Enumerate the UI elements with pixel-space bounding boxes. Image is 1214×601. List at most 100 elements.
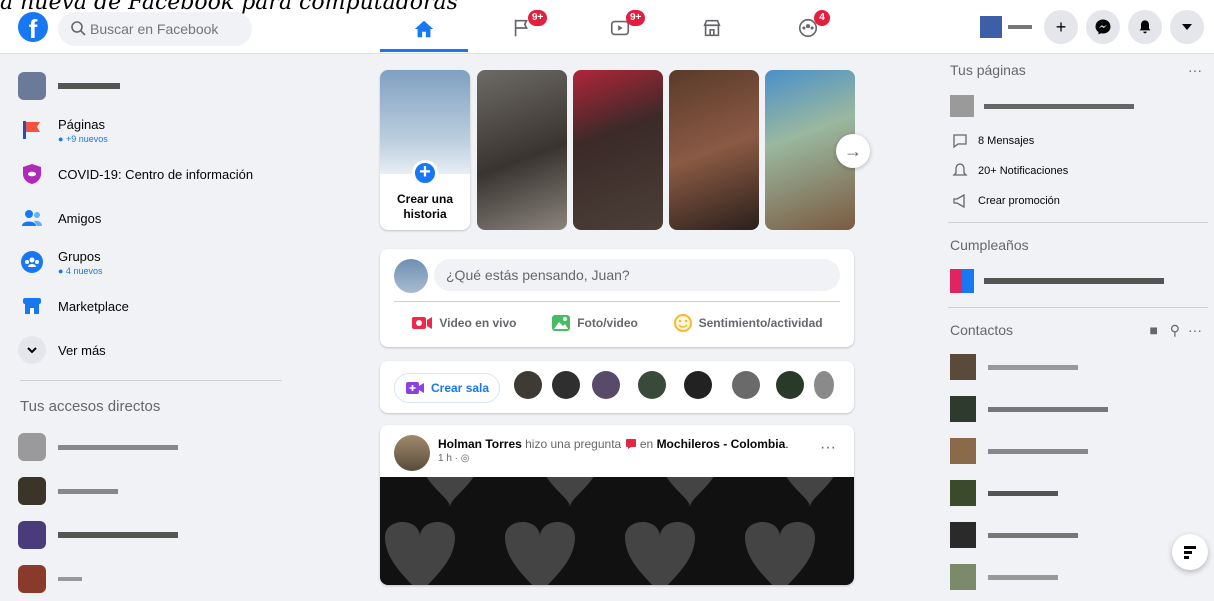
notifications-button[interactable] (1128, 10, 1162, 44)
search-input[interactable] (90, 12, 240, 46)
news-feed: + Crear una historia → ¿Qué estás pensan… (380, 70, 870, 585)
right-sidebar: Tus páginas ··· 8 Mensajes 20+ Notificaci… (942, 54, 1214, 598)
contact-item[interactable] (942, 472, 1214, 514)
post-author-link[interactable]: Holman Torres (438, 437, 522, 451)
avatar (394, 259, 428, 293)
avatar[interactable] (592, 371, 620, 399)
sidebar-item-covid[interactable]: COVID-19: Centro de información (8, 152, 288, 196)
post-image[interactable] (380, 477, 854, 585)
shortcut-item[interactable] (8, 469, 288, 513)
action-label: Sentimiento/actividad (698, 316, 823, 330)
home-icon (414, 20, 434, 37)
avatar[interactable] (684, 371, 712, 399)
story-card[interactable] (477, 70, 567, 230)
avatar (950, 480, 976, 506)
new-count: ● +9 nuevos (58, 133, 108, 144)
hearts-pattern (385, 477, 834, 585)
overlay-caption: a nueva de Facebook para computadoras (0, 0, 458, 15)
create-room-label: Crear sala (431, 381, 490, 395)
sidebar-item-profile[interactable] (8, 64, 288, 108)
composer-input[interactable]: ¿Qué estás pensando, Juan? (434, 259, 840, 291)
account-menu-button[interactable] (1170, 10, 1204, 44)
page-shortcut[interactable] (942, 86, 1214, 126)
contact-item[interactable] (942, 346, 1214, 388)
see-more-button[interactable]: Ver más (8, 328, 288, 372)
tab-groups[interactable]: 4 (764, 8, 852, 48)
next-stories-button[interactable]: → (836, 134, 870, 168)
notifications-link[interactable]: 20+ Notificaciones (942, 156, 1214, 186)
sidebar-item-label: Grupos (58, 248, 101, 264)
post-timestamp[interactable]: 1 h · ◎ (438, 453, 470, 464)
birthday-item[interactable] (942, 261, 1214, 301)
messages-label: 8 Mensajes (978, 135, 1035, 147)
video-call-icon[interactable]: ■ (1150, 314, 1158, 346)
notification-badge: 4 (814, 10, 830, 26)
messenger-icon (1095, 19, 1111, 35)
avatar (950, 354, 976, 380)
live-video-button[interactable]: Video en vivo (411, 315, 517, 331)
avatar[interactable] (638, 371, 666, 399)
tab-watch[interactable]: 9+ (576, 8, 664, 48)
post-in-text: en (636, 437, 657, 451)
profile-shortcut[interactable] (980, 10, 1036, 44)
create-promotion-link[interactable]: Crear promoción (942, 186, 1214, 216)
story-card[interactable] (669, 70, 759, 230)
new-message-button[interactable] (1172, 534, 1208, 570)
compose-icon (1184, 546, 1196, 559)
bell-icon (952, 163, 968, 176)
story-card[interactable] (573, 70, 663, 230)
shortcut-item[interactable] (8, 513, 288, 557)
pages-title: Tus páginas (950, 62, 1026, 78)
avatar[interactable] (776, 371, 804, 399)
avatar[interactable] (514, 371, 542, 399)
account-controls: + (980, 10, 1204, 44)
post-group-link[interactable]: Mochileros - Colombia (657, 437, 786, 451)
photo-video-button[interactable]: Foto/video (551, 314, 638, 332)
sidebar-item-label: Amigos (58, 210, 102, 226)
messages-link[interactable]: 8 Mensajes (942, 126, 1214, 156)
feeling-activity-button[interactable]: Sentimiento/actividad (673, 313, 823, 333)
search-icon[interactable]: ⚲ (1170, 314, 1180, 346)
avatar[interactable] (394, 435, 430, 471)
live-video-icon (412, 317, 433, 329)
more-options-button[interactable]: ··· (820, 439, 836, 457)
contact-item[interactable] (942, 430, 1214, 472)
search-box[interactable] (58, 12, 252, 46)
avatar[interactable] (732, 371, 760, 399)
section-title: Contactos ■ ⚲ ··· (942, 314, 1214, 346)
messenger-button[interactable] (1086, 10, 1120, 44)
chevron-down-icon (18, 336, 46, 364)
create-story-card[interactable]: + Crear una historia (380, 70, 470, 230)
avatar (950, 522, 976, 548)
post-composer: ¿Qué estás pensando, Juan? Video en vivo… (380, 249, 854, 347)
action-label: Video en vivo (439, 316, 517, 330)
avatar[interactable] (814, 371, 834, 399)
avatar (980, 16, 1002, 38)
caret-down-icon (1182, 24, 1192, 30)
gift-icon (950, 269, 974, 293)
shortcut-item[interactable] (8, 425, 288, 469)
shortcut-item[interactable] (8, 557, 288, 601)
story-preview-image (380, 70, 470, 174)
more-options-button[interactable]: ··· (1188, 314, 1202, 346)
sidebar-item-groups[interactable]: Grupos ● 4 nuevos (8, 240, 288, 284)
contact-item[interactable] (942, 556, 1214, 598)
tab-marketplace[interactable] (668, 8, 756, 48)
notifications-label: 20+ Notificaciones (978, 165, 1069, 177)
tab-pages[interactable]: 9+ (478, 8, 566, 48)
facebook-logo[interactable]: f (18, 12, 48, 44)
contact-item[interactable] (942, 388, 1214, 430)
avatar[interactable] (552, 371, 580, 399)
divider (948, 222, 1208, 223)
notification-badge: 9+ (528, 10, 548, 26)
sidebar-item-label: Ver más (58, 342, 106, 358)
section-title: Cumpleaños (942, 229, 1214, 261)
sidebar-item-marketplace[interactable]: Marketplace (8, 284, 288, 328)
more-options-button[interactable]: ··· (1188, 54, 1202, 86)
sidebar-item-pages[interactable]: Páginas ● +9 nuevos (8, 108, 288, 152)
sidebar-item-friends[interactable]: Amigos (8, 196, 288, 240)
create-button[interactable]: + (1044, 10, 1078, 44)
composer-actions: Video en vivo Foto/video Sentimiento/act… (394, 307, 840, 339)
create-room-button[interactable]: Crear sala (394, 373, 501, 403)
birthdays-title: Cumpleaños (950, 237, 1029, 253)
